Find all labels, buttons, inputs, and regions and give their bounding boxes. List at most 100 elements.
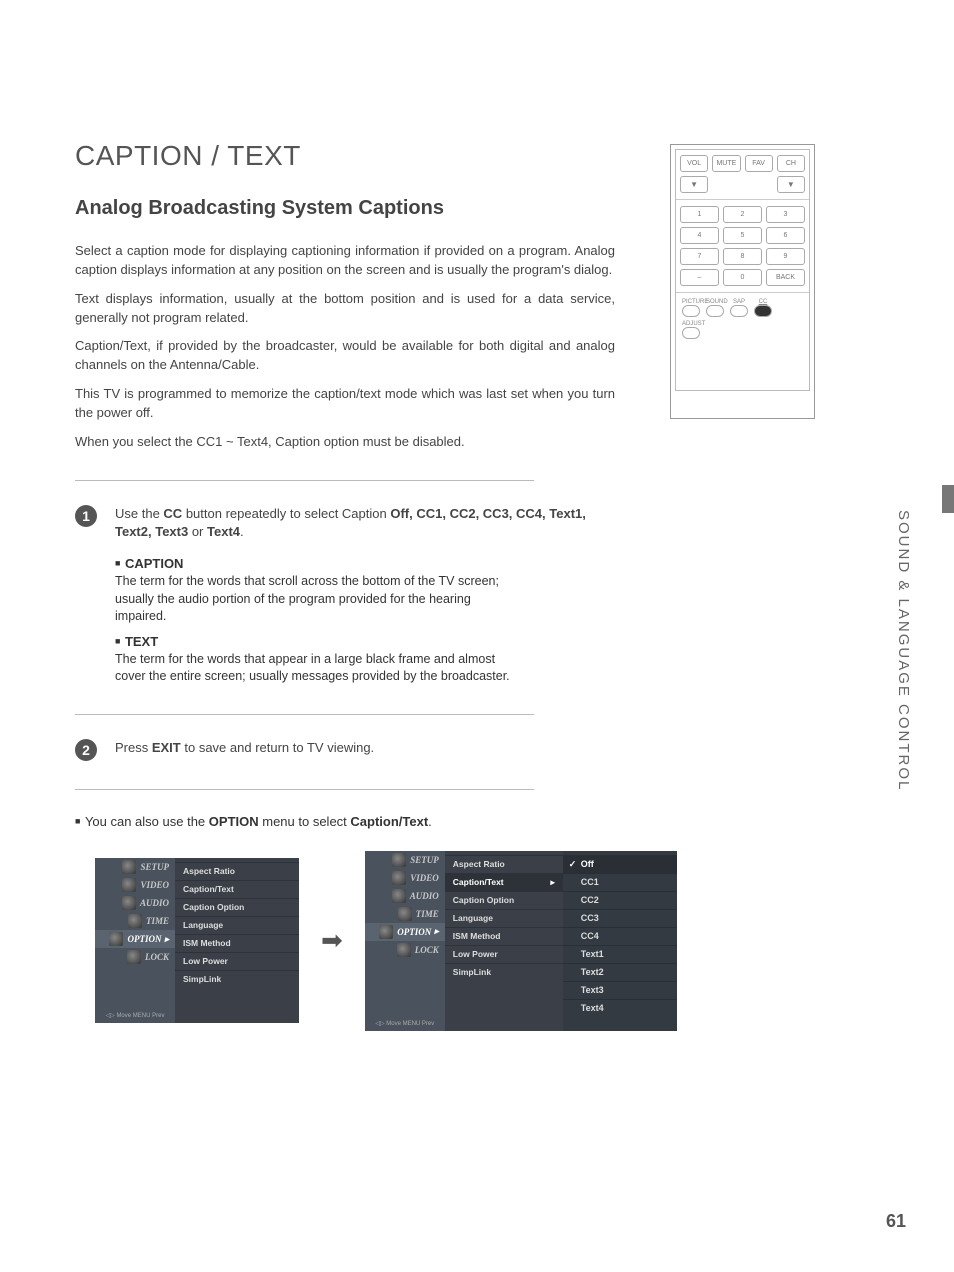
step-1-body: Use the CC button repeatedly to select C… xyxy=(115,505,615,543)
step-2-text-b: to save and return to TV viewing. xyxy=(181,740,374,755)
caption-desc: The term for the words that scroll acros… xyxy=(115,573,515,626)
osd2-options: Aspect Ratio Caption/Text▸ Caption Optio… xyxy=(445,851,563,1031)
osd-val-text4: Text4 xyxy=(563,999,677,1017)
note-mid: menu to select xyxy=(259,814,351,829)
para-4: This TV is programmed to memorize the ca… xyxy=(75,385,615,423)
osd-nav-time: TIME xyxy=(95,912,175,930)
osd-nav-video: VIDEO xyxy=(365,869,445,887)
caption-text-label: Caption/Text xyxy=(350,814,428,829)
video-icon xyxy=(392,871,406,885)
cc-btn-highlight xyxy=(754,305,772,317)
step-1-dot: . xyxy=(240,524,244,539)
step-1-badge: 1 xyxy=(75,505,97,527)
key-7: 7 xyxy=(680,248,719,265)
exit-label: EXIT xyxy=(152,740,181,755)
note-pre: You can also use the xyxy=(85,814,209,829)
osd-opt-lang: Language xyxy=(175,916,299,934)
remote-ch: CH xyxy=(777,155,805,172)
picture-label: PICTURE xyxy=(682,299,700,305)
note-line: You can also use the OPTION menu to sele… xyxy=(75,814,615,829)
key-4: 4 xyxy=(680,227,719,244)
key-1: 1 xyxy=(680,206,719,223)
remote-mute: MUTE xyxy=(712,155,740,172)
osd-opt-aspect: Aspect Ratio xyxy=(445,855,563,873)
osd-menu-1: SETUP VIDEO AUDIO TIME OPTION LOCK ◁▷ Mo… xyxy=(95,858,299,1023)
osd-val-text1: Text1 xyxy=(563,945,677,963)
osd-nav-audio: AUDIO xyxy=(95,894,175,912)
intro-text: Select a caption mode for displaying cap… xyxy=(75,242,615,452)
sap-btn xyxy=(730,305,748,317)
osd-opt-lang: Language xyxy=(445,909,563,927)
osd1-options: Aspect Ratio Caption/Text Caption Option… xyxy=(175,858,299,1023)
osd-opt-caption: Caption/Text xyxy=(175,880,299,898)
osd-val-cc2: CC2 xyxy=(563,891,677,909)
adjust-label: ADJUST xyxy=(682,321,700,327)
remote-vol: VOL xyxy=(680,155,708,172)
osd1-left-nav: SETUP VIDEO AUDIO TIME OPTION LOCK ◁▷ Mo… xyxy=(95,858,175,1023)
osd-nav-lock: LOCK xyxy=(365,941,445,959)
para-2: Text displays information, usually at th… xyxy=(75,290,615,328)
osd-menu-2: SETUP VIDEO AUDIO TIME OPTION LOCK ◁▷ Mo… xyxy=(365,851,677,1031)
page: CAPTION / TEXT Analog Broadcasting Syste… xyxy=(0,0,954,1031)
section-subtitle: Analog Broadcasting System Captions xyxy=(75,197,615,220)
divider-3 xyxy=(75,789,534,790)
step-2-body: Press EXIT to save and return to TV view… xyxy=(115,739,615,761)
text-desc: The term for the words that appear in a … xyxy=(115,651,515,686)
step-1-last: Text4 xyxy=(207,524,240,539)
adjust-btn xyxy=(682,327,700,339)
osd2-footer: ◁▷ Move MENU Prev xyxy=(369,1020,441,1027)
key-0: 0 xyxy=(723,269,762,286)
audio-icon xyxy=(122,896,136,910)
time-icon xyxy=(128,914,142,928)
remote-illustration: VOL MUTE FAV CH 123 456 789 –0BACK PICTU… xyxy=(670,144,815,419)
para-1: Select a caption mode for displaying cap… xyxy=(75,242,615,280)
key-back: BACK xyxy=(766,269,805,286)
osd-opt-low: Low Power xyxy=(445,945,563,963)
note-dot: . xyxy=(428,814,432,829)
page-title: CAPTION / TEXT xyxy=(75,140,615,172)
osd2-left-nav: SETUP VIDEO AUDIO TIME OPTION LOCK ◁▷ Mo… xyxy=(365,851,445,1031)
picture-btn xyxy=(682,305,700,317)
osd2-values: Off CC1 CC2 CC3 CC4 Text1 Text2 Text3 Te… xyxy=(563,851,677,1031)
para-3: Caption/Text, if provided by the broadca… xyxy=(75,337,615,375)
chevron-right-icon: ▸ xyxy=(551,874,555,891)
osd-nav-option: OPTION xyxy=(95,930,175,948)
osd-val-text3: Text3 xyxy=(563,981,677,999)
side-tab-marker xyxy=(942,485,954,513)
key-6: 6 xyxy=(766,227,805,244)
key-5: 5 xyxy=(723,227,762,244)
osd-row: SETUP VIDEO AUDIO TIME OPTION LOCK ◁▷ Mo… xyxy=(95,851,615,1031)
lock-icon xyxy=(397,943,411,957)
para-5: When you select the CC1 ~ Text4, Caption… xyxy=(75,433,615,452)
step-2: 2 Press EXIT to save and return to TV vi… xyxy=(75,739,615,761)
divider xyxy=(75,480,534,481)
osd-opt-ism: ISM Method xyxy=(175,934,299,952)
setup-icon xyxy=(392,853,406,867)
video-icon xyxy=(122,878,136,892)
osd-opt-aspect: Aspect Ratio xyxy=(175,862,299,880)
osd-opt-ism: ISM Method xyxy=(445,927,563,945)
audio-icon xyxy=(392,889,406,903)
step-2-text-a: Press xyxy=(115,740,152,755)
step-1-text-b: button repeatedly to select Caption xyxy=(182,506,390,521)
osd-val-cc4: CC4 xyxy=(563,927,677,945)
osd-opt-captopt: Caption Option xyxy=(445,891,563,909)
step-1-text-a: Use the xyxy=(115,506,163,521)
remote-ch-down-icon xyxy=(777,176,805,193)
osd-opt-simp: SimpLink xyxy=(445,963,563,981)
step-1-or: or xyxy=(188,524,207,539)
sound-btn xyxy=(706,305,724,317)
setup-icon xyxy=(122,860,136,874)
osd-val-cc1: CC1 xyxy=(563,873,677,891)
osd-nav-video: VIDEO xyxy=(95,876,175,894)
remote-fav: FAV xyxy=(745,155,773,172)
lock-icon xyxy=(127,950,141,964)
remote-vol-down-icon xyxy=(680,176,708,193)
osd-val-off: Off xyxy=(563,855,677,873)
osd-val-cc3: CC3 xyxy=(563,909,677,927)
caption-definition: CAPTION The term for the words that scro… xyxy=(115,556,515,686)
osd-nav-setup: SETUP xyxy=(365,851,445,869)
osd-val-text2: Text2 xyxy=(563,963,677,981)
main-column: CAPTION / TEXT Analog Broadcasting Syste… xyxy=(75,140,615,1031)
osd-opt-simp: SimpLink xyxy=(175,970,299,988)
